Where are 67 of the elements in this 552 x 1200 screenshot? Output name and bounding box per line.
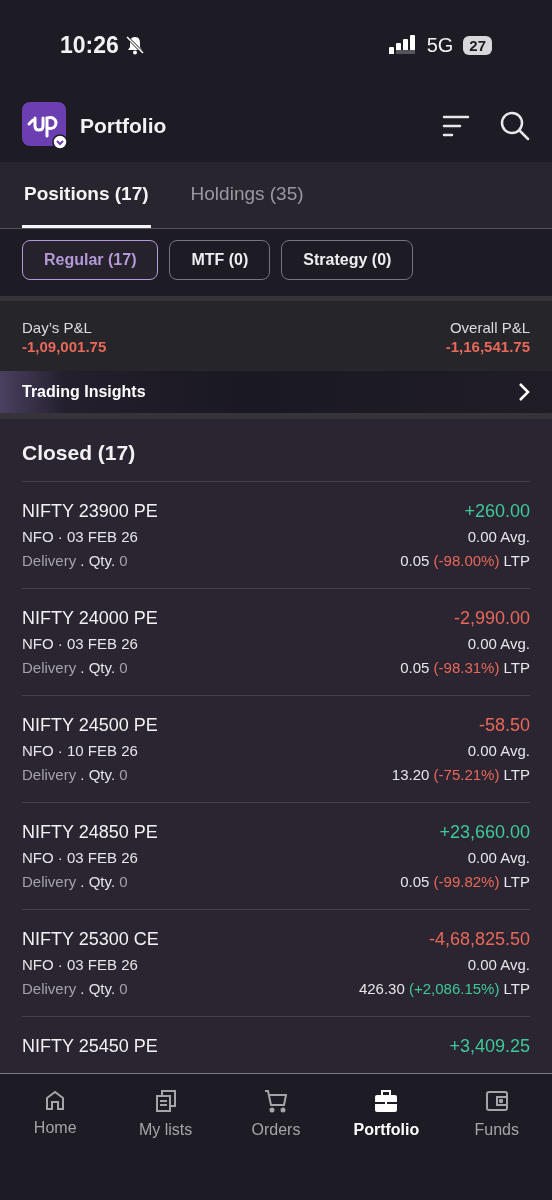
average-price: 0.00 Avg. [467, 849, 530, 867]
home-icon [44, 1089, 67, 1111]
sort-icon[interactable] [442, 114, 470, 138]
muted-bell-icon [124, 35, 145, 55]
position-row[interactable]: NIFTY 23900 PE NFO · 03 FEB 26 Delivery . Qty. 0 +260.00 0.00 Avg. 0.05 (-98.00%) LTP [22, 482, 530, 589]
position-row[interactable]: NIFTY 25300 CE NFO · 03 FEB 26 Delivery . Qty. 0 -4,68,825.50 0.00 Avg. 426.30 (+2,086.15%) LTP [22, 910, 530, 1017]
average-price: 0.00 Avg. [467, 956, 530, 974]
pnl-label: Day’s P&L [22, 319, 93, 336]
nav-item[interactable]: Orders [225, 1088, 326, 1156]
pnl-value: -4,68,825.50 [428, 928, 530, 950]
exchange-expiry: NFO · 03 FEB 26 [22, 849, 139, 867]
instrument-name: NIFTY 25450 PE [22, 1035, 158, 1057]
network-label: 5G [426, 33, 454, 57]
last-traded-price: 0.05 (-99.82%) LTP [400, 873, 530, 891]
pnl-value: -2,990.00 [453, 607, 530, 629]
instrument-name: NIFTY 25300 CE [22, 928, 159, 950]
trading-insights-banner[interactable]: Trading Insights [0, 371, 552, 419]
chevron-right-icon [518, 382, 530, 402]
filter-chip[interactable]: Regular (17) [22, 240, 159, 280]
cart-icon [263, 1089, 288, 1113]
pnl-value: -58.50 [478, 714, 530, 736]
average-price: 0.00 Avg. [467, 528, 530, 546]
position-row[interactable]: NIFTY 24000 PE NFO · 03 FEB 26 Delivery . Qty. 0 -2,990.00 0.00 Avg. 0.05 (-98.31%) LTP [22, 589, 530, 696]
signal-icon [388, 35, 417, 55]
last-traded-price: 0.05 (-98.31%) LTP [400, 659, 530, 677]
page-title: Portfolio [80, 114, 168, 138]
nav-item[interactable]: Funds [446, 1088, 547, 1156]
last-traded-price: 426.30 (+2,086.15%) LTP [358, 980, 530, 998]
pnl-value: +23,660.00 [439, 821, 530, 843]
nav-item[interactable]: My lists [115, 1088, 216, 1156]
product-quantity: Delivery . Qty. 0 [22, 980, 129, 998]
product-quantity: Delivery . Qty. 0 [22, 873, 129, 891]
pnl-label: Overall P&L [449, 319, 530, 336]
instrument-name: NIFTY 24000 PE [22, 607, 158, 629]
product-quantity: Delivery . Qty. 0 [22, 659, 129, 677]
tab[interactable]: Holdings (35) [188, 162, 306, 228]
app-logo-icon[interactable] [22, 102, 68, 150]
instrument-name: NIFTY 24850 PE [22, 821, 158, 843]
position-row[interactable]: NIFTY 24850 PE NFO · 03 FEB 26 Delivery . Qty. 0 +23,660.00 0.00 Avg. 0.05 (-99.82%) LTP [22, 803, 530, 910]
product-quantity: Delivery . Qty. 0 [22, 766, 129, 784]
pnl-value: -1,09,001.75 [22, 338, 107, 355]
section-title: Closed (17) [22, 419, 530, 482]
filter-chip[interactable]: Strategy (0) [281, 240, 414, 280]
average-price: 0.00 Avg. [467, 635, 530, 653]
nav-item[interactable]: Home [5, 1088, 106, 1156]
average-price: 0.00 Avg. [467, 742, 530, 760]
status-time: 10:26 [60, 31, 119, 59]
briefcase-icon [374, 1089, 399, 1113]
nav-item[interactable]: Portfolio [336, 1088, 437, 1156]
exchange-expiry: NFO · 03 FEB 26 [22, 635, 139, 653]
filter-chip[interactable]: MTF (0) [169, 240, 271, 280]
exchange-expiry: NFO · 03 FEB 26 [22, 528, 139, 546]
wallet-icon [484, 1089, 509, 1113]
documents-icon [154, 1089, 177, 1113]
last-traded-price: 13.20 (-75.21%) LTP [391, 766, 530, 784]
position-row[interactable]: NIFTY 24500 PE NFO · 10 FEB 26 Delivery . Qty. 0 -58.50 0.00 Avg. 13.20 (-75.21%) LTP [22, 696, 530, 803]
instrument-name: NIFTY 23900 PE [22, 500, 158, 522]
exchange-expiry: NFO · 03 FEB 26 [22, 956, 139, 974]
pnl-value: -1,16,541.75 [445, 338, 530, 355]
battery-indicator: 27 [463, 35, 492, 55]
pnl-value: +260.00 [464, 500, 530, 522]
last-traded-price: 0.05 (-98.00%) LTP [400, 552, 530, 570]
exchange-expiry: NFO · 10 FEB 26 [22, 742, 139, 760]
product-quantity: Delivery . Qty. 0 [22, 552, 129, 570]
search-icon[interactable] [500, 111, 530, 141]
instrument-name: NIFTY 24500 PE [22, 714, 158, 736]
pnl-value: +3,409.25 [449, 1035, 530, 1057]
